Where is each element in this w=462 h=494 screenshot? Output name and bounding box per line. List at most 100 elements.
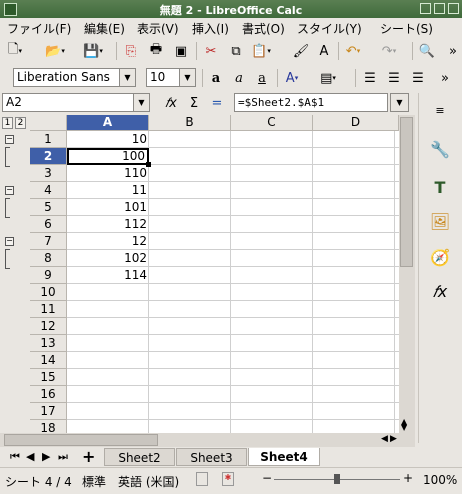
zoom-out-icon[interactable]: − — [262, 471, 272, 485]
cell-a9[interactable]: 114 — [67, 267, 149, 284]
column-header-b[interactable]: B — [149, 115, 231, 131]
vertical-scrollbar[interactable]: ▲ ▼ — [399, 115, 415, 433]
last-sheet-icon[interactable]: ⏭ — [58, 450, 68, 464]
row-header[interactable]: 17 — [30, 403, 67, 420]
close-icon[interactable] — [448, 3, 459, 14]
maximize-icon[interactable] — [434, 3, 445, 14]
select-all-corner[interactable] — [30, 115, 67, 131]
row-header[interactable]: 10 — [30, 284, 67, 301]
column-header-d[interactable]: D — [313, 115, 399, 131]
collapse-group-icon[interactable]: − — [5, 135, 14, 144]
row-header[interactable]: 3 — [30, 165, 67, 182]
clone-formatting-icon[interactable]: 🖌 — [290, 40, 312, 62]
row-header[interactable]: 15 — [30, 369, 67, 386]
undo-icon[interactable]: ↶ ▾ — [342, 40, 364, 62]
tab-sheet3[interactable]: Sheet3 — [176, 448, 247, 466]
row-header[interactable]: 13 — [30, 335, 67, 352]
cell-a5[interactable]: 101 — [67, 199, 149, 216]
cell-a4[interactable]: 11 — [67, 182, 149, 199]
menu-styles[interactable]: スタイル(Y) — [297, 20, 362, 37]
name-box[interactable]: A2 ▼ — [2, 93, 150, 112]
print-icon[interactable]: 🖶 — [145, 40, 167, 62]
menu-file[interactable]: ファイル(F) — [7, 20, 71, 37]
zoom-slider-thumb[interactable] — [334, 474, 340, 484]
document-modified-icon[interactable]: ✱ — [222, 472, 234, 486]
row-header[interactable]: 16 — [30, 386, 67, 403]
cell-a6[interactable]: 112 — [67, 216, 149, 233]
align-center-icon[interactable]: ☰ — [383, 67, 405, 89]
underline-icon[interactable]: a — [251, 67, 273, 89]
italic-icon[interactable]: a — [228, 67, 250, 89]
chevron-down-icon[interactable]: ▼ — [179, 69, 195, 86]
highlight-color-icon[interactable]: ▤ ▾ — [317, 67, 339, 89]
print-preview-icon[interactable]: ▣ — [170, 40, 192, 62]
align-right-icon[interactable]: ☰ — [407, 67, 429, 89]
paste-icon[interactable]: 📋 ▾ — [250, 40, 272, 62]
language[interactable]: 英語 (米国) — [118, 473, 179, 490]
row-header[interactable]: 1 — [30, 131, 67, 148]
horizontal-scrollbar[interactable]: ◀ ▶ — [0, 433, 415, 447]
new-document-icon[interactable]: 🗋 ▾ — [4, 40, 26, 62]
expand-formula-button[interactable]: ▼ — [390, 93, 409, 112]
minimize-icon[interactable] — [420, 3, 431, 14]
cell-a3[interactable]: 110 — [67, 165, 149, 182]
next-sheet-icon[interactable]: ▶ — [42, 450, 50, 463]
navigator-icon[interactable]: 🧭 — [428, 245, 452, 269]
find-replace-icon[interactable]: 🔍 — [416, 40, 438, 62]
functions-icon[interactable]: 𝑓x — [428, 280, 452, 304]
row-header[interactable]: 14 — [30, 352, 67, 369]
chevron-down-icon[interactable]: ▼ — [133, 94, 149, 111]
row-header[interactable]: 8 — [30, 250, 67, 267]
tab-sheet4[interactable]: Sheet4 — [248, 448, 320, 466]
scroll-right-icon[interactable]: ▶ — [390, 434, 397, 444]
more-icon[interactable]: » — [442, 40, 462, 62]
zoom-in-icon[interactable]: + — [403, 471, 413, 485]
function-wizard-icon[interactable]: 𝑓x — [160, 92, 182, 114]
row-header[interactable]: 4 — [30, 182, 67, 199]
row-header[interactable]: 2 — [30, 148, 67, 165]
menu-view[interactable]: 表示(V) — [137, 20, 179, 37]
row-header[interactable]: 12 — [30, 318, 67, 335]
copy-icon[interactable]: ⧉ — [225, 40, 247, 62]
row-header[interactable]: 7 — [30, 233, 67, 250]
horizontal-scroll-thumb[interactable] — [4, 434, 158, 446]
menu-insert[interactable]: 挿入(I) — [192, 20, 229, 37]
row-header[interactable]: 9 — [30, 267, 67, 284]
first-sheet-icon[interactable]: ⏮ — [10, 450, 20, 464]
save-icon[interactable]: 💾 ▾ — [82, 40, 104, 62]
page-style[interactable]: 標準 — [82, 473, 106, 490]
formula-input[interactable]: =$Sheet2.$A$1 — [234, 93, 388, 112]
menu-format[interactable]: 書式(O) — [242, 20, 285, 37]
cell-a1[interactable]: 10 — [67, 131, 149, 148]
font-color-icon[interactable]: A ▾ — [281, 67, 303, 89]
sidebar-menu-icon[interactable]: ≡ — [428, 98, 452, 122]
gallery-icon[interactable]: 🖼 — [428, 209, 452, 233]
export-pdf-icon[interactable]: ⎘ — [120, 40, 142, 62]
bold-icon[interactable]: a — [205, 67, 227, 89]
scroll-down-icon[interactable]: ▼ — [401, 423, 407, 432]
zoom-level[interactable]: 100% — [423, 473, 457, 487]
column-header-c[interactable]: C — [231, 115, 313, 131]
cell-a7[interactable]: 12 — [67, 233, 149, 250]
clear-formatting-icon[interactable]: A — [313, 40, 335, 62]
menu-edit[interactable]: 編集(E) — [84, 20, 125, 37]
properties-icon[interactable]: 🔧 — [428, 137, 452, 161]
font-name-combo[interactable]: Liberation Sans ▼ — [13, 68, 136, 87]
outline-level-1[interactable]: 1 — [2, 117, 13, 129]
align-left-icon[interactable]: ☰ — [359, 67, 381, 89]
styles-icon[interactable]: T — [428, 175, 452, 199]
add-sheet-icon[interactable]: + — [82, 447, 95, 466]
more-icon[interactable]: » — [434, 67, 456, 89]
previous-sheet-icon[interactable]: ◀ — [26, 450, 34, 463]
redo-icon[interactable]: ↷ ▾ — [378, 40, 400, 62]
vertical-scroll-thumb[interactable] — [400, 117, 413, 267]
row-header[interactable]: 6 — [30, 216, 67, 233]
cell-a8[interactable]: 102 — [67, 250, 149, 267]
collapse-group-icon[interactable]: − — [5, 237, 14, 246]
outline-level-2[interactable]: 2 — [15, 117, 26, 129]
row-header[interactable]: 11 — [30, 301, 67, 318]
cut-icon[interactable]: ✂ — [200, 40, 222, 62]
spreadsheet-grid[interactable]: 1 2 − − − A B C D 1 2 3 4 5 6 7 8 9 10 1… — [0, 115, 415, 435]
font-size-combo[interactable]: 10 ▼ — [146, 68, 196, 87]
cell-a2-selected[interactable]: 100 — [67, 148, 149, 165]
